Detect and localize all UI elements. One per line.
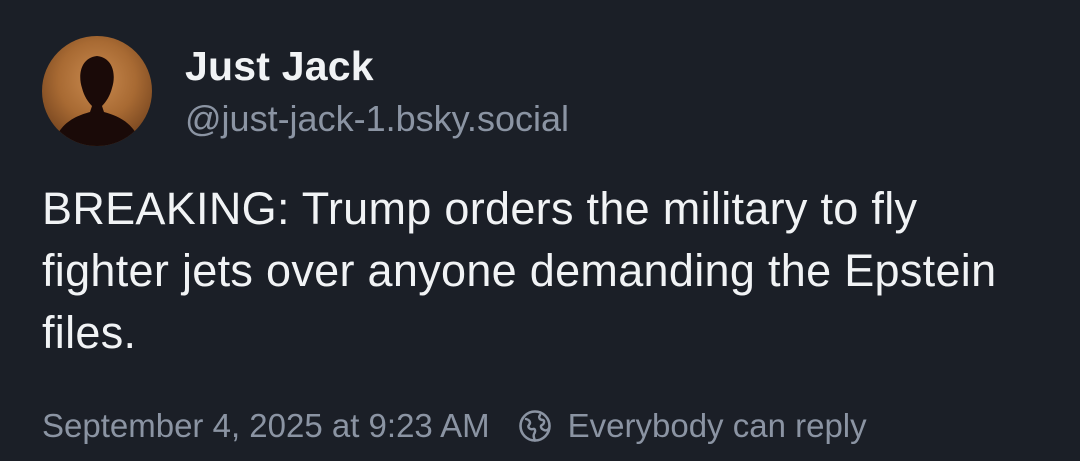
post-card: Just Jack @just-jack-1.bsky.social BREAK… — [0, 0, 1080, 461]
reply-setting-label: Everybody can reply — [567, 407, 867, 444]
author-info: Just Jack @just-jack-1.bsky.social — [185, 40, 569, 144]
author-display-name[interactable]: Just Jack — [185, 40, 569, 92]
avatar[interactable] — [42, 36, 152, 146]
author-handle[interactable]: @just-jack-1.bsky.social — [185, 94, 569, 144]
post-text: BREAKING: Trump orders the military to f… — [42, 183, 997, 358]
globe-icon — [518, 409, 552, 443]
post-meta: September 4, 2025 at 9:23 AM Everybody c… — [42, 402, 867, 450]
reply-setting[interactable]: Everybody can reply — [518, 407, 867, 445]
person-silhouette-icon — [52, 56, 142, 146]
post-timestamp[interactable]: September 4, 2025 at 9:23 AM — [42, 407, 490, 445]
